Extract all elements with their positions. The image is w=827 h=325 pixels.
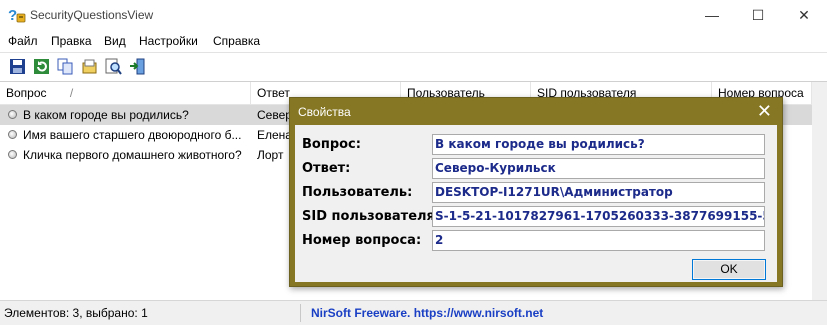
maximize-button[interactable]: ☐: [735, 0, 781, 30]
copy-icon[interactable]: [57, 58, 74, 75]
svg-text:?: ?: [8, 7, 17, 23]
dialog-body: Вопрос: В каком городе вы родились? Отве…: [295, 125, 777, 282]
ok-button[interactable]: OK: [692, 259, 766, 280]
menu-edit[interactable]: Правка: [51, 34, 92, 48]
answer-field[interactable]: Северо-Курильск: [432, 158, 765, 179]
column-label: Ответ: [257, 86, 290, 100]
menu-bar: Файл Правка Вид Настройки Справка: [0, 30, 827, 52]
app-icon: ?: [8, 7, 26, 23]
window-title: SecurityQuestionsView: [30, 8, 154, 22]
question-cell: В каком городе вы родились?: [23, 108, 189, 122]
menu-help[interactable]: Справка: [213, 34, 260, 48]
question-icon: [8, 110, 17, 119]
dialog-title: Свойства: [298, 105, 351, 119]
properties-icon[interactable]: [81, 58, 98, 75]
question-field[interactable]: В каком городе вы родились?: [432, 134, 765, 155]
menu-view[interactable]: Вид: [104, 34, 126, 48]
minimize-button[interactable]: —: [689, 0, 735, 30]
nirsoft-link[interactable]: NirSoft Freeware. https://www.nirsoft.ne…: [311, 306, 543, 320]
sort-indicator-icon: /: [69, 86, 74, 100]
question-cell: Кличка первого домашнего животного?: [23, 148, 242, 162]
question-icon: [8, 150, 17, 159]
toolbar: [0, 52, 827, 82]
find-icon[interactable]: [105, 58, 122, 75]
refresh-icon[interactable]: [33, 58, 50, 75]
label-sid: SID пользователя:: [302, 209, 441, 224]
label-question-number: Номер вопроса:: [302, 233, 422, 248]
sid-field[interactable]: S-1-5-21-1017827961-1705260333-387769915…: [432, 206, 765, 227]
status-bar: Элементов: 3, выбрано: 1 NirSoft Freewar…: [0, 300, 827, 325]
save-icon[interactable]: [9, 58, 26, 75]
question-cell: Имя вашего старшего двоюродного б...: [23, 128, 242, 142]
title-bar: ? SecurityQuestionsView — ☐ ✕: [0, 0, 827, 30]
status-divider: [300, 304, 301, 322]
close-button[interactable]: ✕: [781, 0, 827, 30]
menu-settings[interactable]: Настройки: [139, 34, 198, 48]
label-user: Пользователь:: [302, 185, 413, 200]
column-header-question[interactable]: Вопрос /: [0, 82, 251, 104]
exit-icon[interactable]: [129, 58, 146, 75]
dialog-close-button[interactable]: ✕: [757, 101, 772, 121]
question-number-field[interactable]: 2: [432, 230, 765, 251]
question-icon: [8, 130, 17, 139]
dialog-title-bar[interactable]: Свойства ✕: [290, 98, 782, 125]
status-count: Элементов: 3, выбрано: 1: [4, 306, 148, 320]
vertical-scrollbar[interactable]: [812, 82, 827, 300]
user-field[interactable]: DESKTOP-I1271UR\Администратор: [432, 182, 765, 203]
label-question: Вопрос:: [302, 137, 361, 152]
label-answer: Ответ:: [302, 161, 351, 176]
properties-dialog: Свойства ✕ Вопрос: В каком городе вы род…: [289, 97, 783, 287]
menu-file[interactable]: Файл: [8, 34, 38, 48]
column-label: Вопрос: [6, 86, 47, 100]
